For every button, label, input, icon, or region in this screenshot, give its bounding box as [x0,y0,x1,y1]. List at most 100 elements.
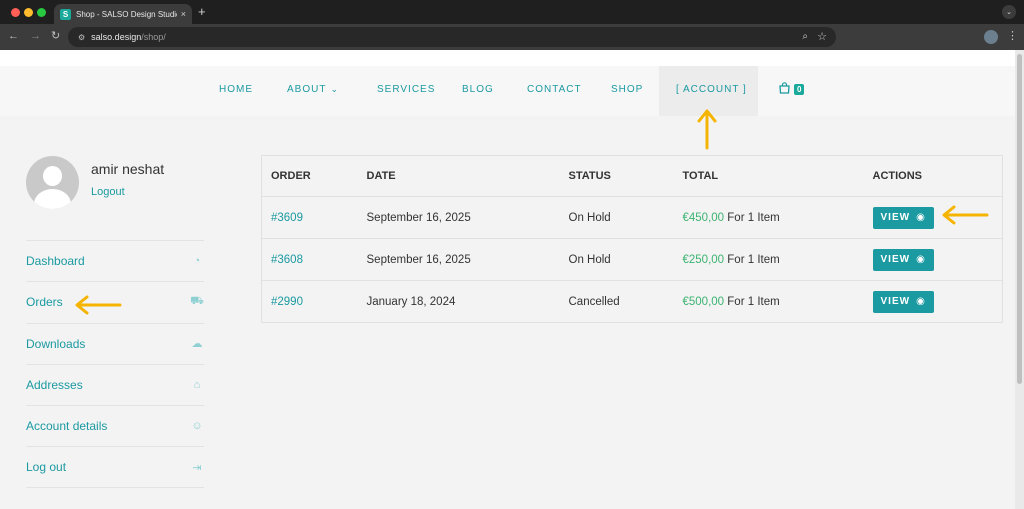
order-total: €250,00 For 1 Item [673,238,864,281]
shopping-bag-icon [779,82,790,97]
scrollbar-thumb[interactable] [1017,54,1022,384]
eye-icon: ◉ [916,212,926,223]
order-status: Cancelled [559,280,674,323]
annotation-arrow-left-icon [75,295,122,315]
site-favicon-icon: S [60,8,71,20]
order-total: €450,00 For 1 Item [673,196,864,239]
avatar [26,156,79,209]
home-icon: ⌂ [193,379,201,392]
nav-about-label: ABOUT [287,84,327,95]
back-arrow-icon[interactable]: ← [8,30,19,43]
column-header-total: TOTAL [673,155,864,197]
site-top-strip [0,50,1015,66]
url-host: salso.design [91,32,142,42]
column-header-actions: ACTIONS [863,155,1003,197]
new-tab-button[interactable]: + [198,5,206,18]
order-item-count: For 1 Item [727,295,780,308]
column-header-order: ORDER [261,155,358,197]
logout-link[interactable]: Logout [91,186,125,198]
user-icon: ☺ [191,420,203,433]
order-number-link[interactable]: #2990 [271,296,303,308]
nav-contact[interactable]: CONTACT [527,84,582,95]
view-order-button[interactable]: VIEW ◉ [872,206,934,229]
nav-account[interactable]: [ ACCOUNT ] [676,84,747,95]
order-number-link[interactable]: #3609 [271,212,303,224]
cart-icon: ⛟ [190,295,204,308]
view-button-label: VIEW [880,254,911,265]
user-name: amir neshat [91,161,165,177]
sidebar-item-account-details[interactable]: Account details ☺ [26,405,204,446]
sidebar-item-label: Dashboard [26,254,85,269]
url-path: /shop/ [141,32,166,42]
eye-icon: ◉ [916,296,926,307]
order-item-count: For 1 Item [727,253,780,266]
zoom-icon[interactable]: ⌕ [802,31,808,42]
nav-about[interactable]: ABOUT ⌄ [287,84,339,95]
sidebar-item-label: Log out [26,460,67,475]
window-minimize-button[interactable] [24,8,33,17]
page-scrollbar[interactable] [1015,50,1024,509]
forward-arrow-icon[interactable]: → [30,30,41,43]
order-amount: €500,00 [682,295,725,308]
order-status: On Hold [559,196,674,239]
window-close-button[interactable] [11,8,20,17]
table-header-row: ORDER DATE STATUS TOTAL ACTIONS [261,155,1003,197]
logout-icon: ⇥ [192,461,202,474]
reload-icon[interactable]: ↻ [51,30,60,43]
bookmark-star-icon[interactable]: ☆ [817,30,827,43]
cart-count-badge: 0 [794,84,805,95]
nav-services[interactable]: SERVICES [377,84,435,95]
gauge-icon: ◔ [193,255,201,268]
profile-avatar-icon[interactable] [984,30,998,44]
view-order-button[interactable]: VIEW ◉ [872,290,934,313]
table-row: #3608 September 16, 2025 On Hold €250,00… [261,238,1003,281]
window-maximize-button[interactable] [37,8,46,17]
order-date: January 18, 2024 [357,280,560,323]
site-info-icon[interactable]: ⚙ [78,33,85,42]
view-button-label: VIEW [880,296,911,307]
order-status: On Hold [559,238,674,281]
nav-home[interactable]: HOME [219,84,253,95]
browser-menu-icon[interactable]: ⋮ [1007,29,1018,42]
chevron-down-icon: ⌄ [330,84,339,94]
sidebar-item-addresses[interactable]: Addresses ⌂ [26,363,204,405]
nav-shop[interactable]: SHOP [611,84,643,95]
order-number-link[interactable]: #3608 [271,254,303,266]
browser-toolbar: ← → ↻ ⚙ salso.design /shop/ ⌕ ☆ [0,24,1024,50]
tab-search-button[interactable]: ⌄ [1002,5,1016,19]
cloud-download-icon: ☁ [191,338,203,351]
browser-tab[interactable]: S Shop - SALSO Design Studio × [54,4,192,24]
address-bar[interactable]: ⚙ salso.design /shop/ ⌕ ☆ [68,27,836,47]
column-header-status: STATUS [559,155,674,197]
sidebar-item-dashboard[interactable]: Dashboard ◔ [26,240,204,281]
avatar-body-shape [34,189,71,209]
tab-close-icon[interactable]: × [181,9,186,19]
avatar-head-shape [43,166,62,186]
annotation-arrow-up-icon [697,109,717,150]
sidebar-item-log-out[interactable]: Log out ⇥ [26,446,204,488]
sidebar-item-downloads[interactable]: Downloads ☁ [26,322,204,364]
eye-icon: ◉ [916,254,926,265]
nav-blog[interactable]: BLOG [462,84,494,95]
order-item-count: For 1 Item [727,211,780,224]
order-total: €500,00 For 1 Item [673,280,864,323]
account-content: amir neshat Logout Dashboard ◔ Orders ⛟ … [0,116,1015,509]
orders-table: ORDER DATE STATUS TOTAL ACTIONS #3609 Se… [261,155,1003,323]
view-button-label: VIEW [880,212,911,223]
order-amount: €450,00 [682,211,725,224]
view-order-button[interactable]: VIEW ◉ [872,248,934,271]
order-date: September 16, 2025 [357,196,560,239]
table-row: #2990 January 18, 2024 Cancelled €500,00… [261,280,1003,323]
sidebar-item-label: Addresses [26,378,83,393]
tab-title: Shop - SALSO Design Studio [76,9,177,19]
sidebar-item-label: Downloads [26,336,86,351]
sidebar-item-label: Account details [26,419,108,434]
annotation-arrow-left-icon [942,205,989,225]
account-sidebar-menu: Dashboard ◔ Orders ⛟ Downloads ☁ Address… [26,240,204,488]
column-header-date: DATE [357,155,560,197]
browser-tab-bar: S Shop - SALSO Design Studio × + ⌄ [0,0,1024,24]
cart-button[interactable]: 0 [779,82,805,97]
table-row: #3609 September 16, 2025 On Hold €450,00… [261,196,1003,239]
order-date: September 16, 2025 [357,238,560,281]
site-navigation: HOME ABOUT ⌄ SERVICES BLOG CONTACT SHOP [… [0,66,1015,116]
